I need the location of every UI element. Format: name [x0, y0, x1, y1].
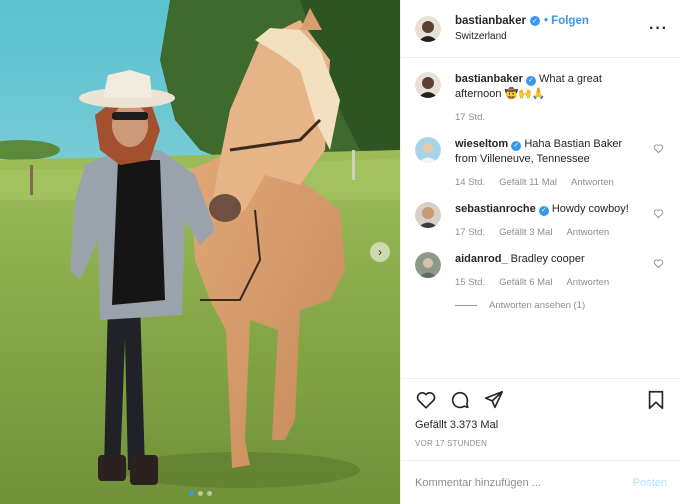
carousel-indicator [0, 491, 400, 496]
comment-likes[interactable]: Gefällt 6 Mal [499, 277, 552, 288]
replies-divider [455, 305, 477, 306]
author-username[interactable]: bastianbaker [455, 15, 526, 27]
view-replies-label: Antworten ansehen (1) [489, 300, 586, 311]
comment-time[interactable]: 17 Std. [455, 112, 485, 123]
comment-likes[interactable]: Gefällt 11 Mal [499, 177, 557, 188]
like-comment-heart-icon[interactable] [653, 143, 664, 154]
verified-badge-icon: ✓ [538, 205, 549, 216]
comment-username[interactable]: bastianbaker [455, 73, 523, 85]
avatar[interactable] [415, 202, 441, 228]
verified-badge-icon: ✓ [511, 140, 522, 151]
add-comment-bar: Posten [401, 460, 680, 504]
comment-time[interactable]: 14 Std. [455, 177, 485, 188]
view-replies-button[interactable]: Antworten ansehen (1) [455, 300, 666, 311]
verified-badge-icon: ✓ [529, 16, 540, 26]
avatar[interactable] [415, 72, 441, 98]
comment-username[interactable]: sebastianroche [455, 203, 536, 215]
comment-item: wieseltom ✓ Haha Bastian Baker from Vill… [415, 137, 666, 188]
instagram-post: › bastianbaker ✓ • Folgen Switzerland ··… [0, 0, 680, 504]
reply-button[interactable]: Antworten [571, 177, 614, 188]
comment-text: Howdy cowboy! [551, 203, 629, 215]
comment-time[interactable]: 15 Std. [455, 277, 485, 288]
like-comment-heart-icon[interactable] [653, 208, 664, 219]
comment-username[interactable]: aidanrod_ [455, 253, 508, 265]
carousel-dot [197, 491, 203, 496]
post-header: bastianbaker ✓ • Folgen Switzerland ··· [401, 0, 680, 58]
like-heart-icon[interactable] [415, 389, 437, 411]
carousel-dot-active [188, 491, 194, 496]
bookmark-icon[interactable] [645, 389, 667, 411]
next-image-chevron-right-icon[interactable]: › [370, 242, 390, 262]
comment-likes[interactable]: Gefällt 3 Mal [499, 227, 552, 238]
more-options-icon[interactable]: ··· [649, 20, 668, 38]
reply-button[interactable]: Antworten [566, 227, 609, 238]
avatar[interactable] [415, 252, 441, 278]
post-actions: Gefällt 3.373 Mal VOR 17 STUNDEN [401, 378, 680, 448]
post-comment-button[interactable]: Posten [633, 477, 667, 489]
likes-count[interactable]: Gefällt 3.373 Mal [415, 419, 667, 431]
follow-button[interactable]: • Folgen [544, 15, 589, 27]
post-location[interactable]: Switzerland [455, 31, 649, 42]
comment-item: sebastianroche ✓ Howdy cowboy! 17 Std. G… [415, 202, 666, 238]
comments-list: bastianbaker ✓ What a great afternoon 🤠🙌… [401, 58, 680, 376]
comment-time[interactable]: 17 Std. [455, 227, 485, 238]
comment-text: Bradley cooper [510, 253, 585, 265]
caption-comment: bastianbaker ✓ What a great afternoon 🤠🙌… [415, 72, 666, 123]
verified-badge-icon: ✓ [525, 75, 536, 86]
comment-icon[interactable] [449, 389, 471, 411]
comment-item: aidanrod_ Bradley cooper 15 Std. Gefällt… [415, 252, 666, 288]
photo-illustration [0, 0, 400, 504]
post-side-panel: bastianbaker ✓ • Folgen Switzerland ··· … [400, 0, 680, 504]
post-photo[interactable]: › [0, 0, 400, 504]
post-time[interactable]: VOR 17 STUNDEN [415, 439, 667, 448]
comment-input[interactable] [415, 476, 633, 489]
share-icon[interactable] [483, 389, 505, 411]
reply-button[interactable]: Antworten [566, 277, 609, 288]
author-avatar[interactable] [415, 15, 441, 42]
avatar[interactable] [415, 137, 441, 163]
like-comment-heart-icon[interactable] [653, 258, 664, 269]
carousel-dot [206, 491, 212, 496]
comment-username[interactable]: wieseltom [455, 138, 508, 150]
